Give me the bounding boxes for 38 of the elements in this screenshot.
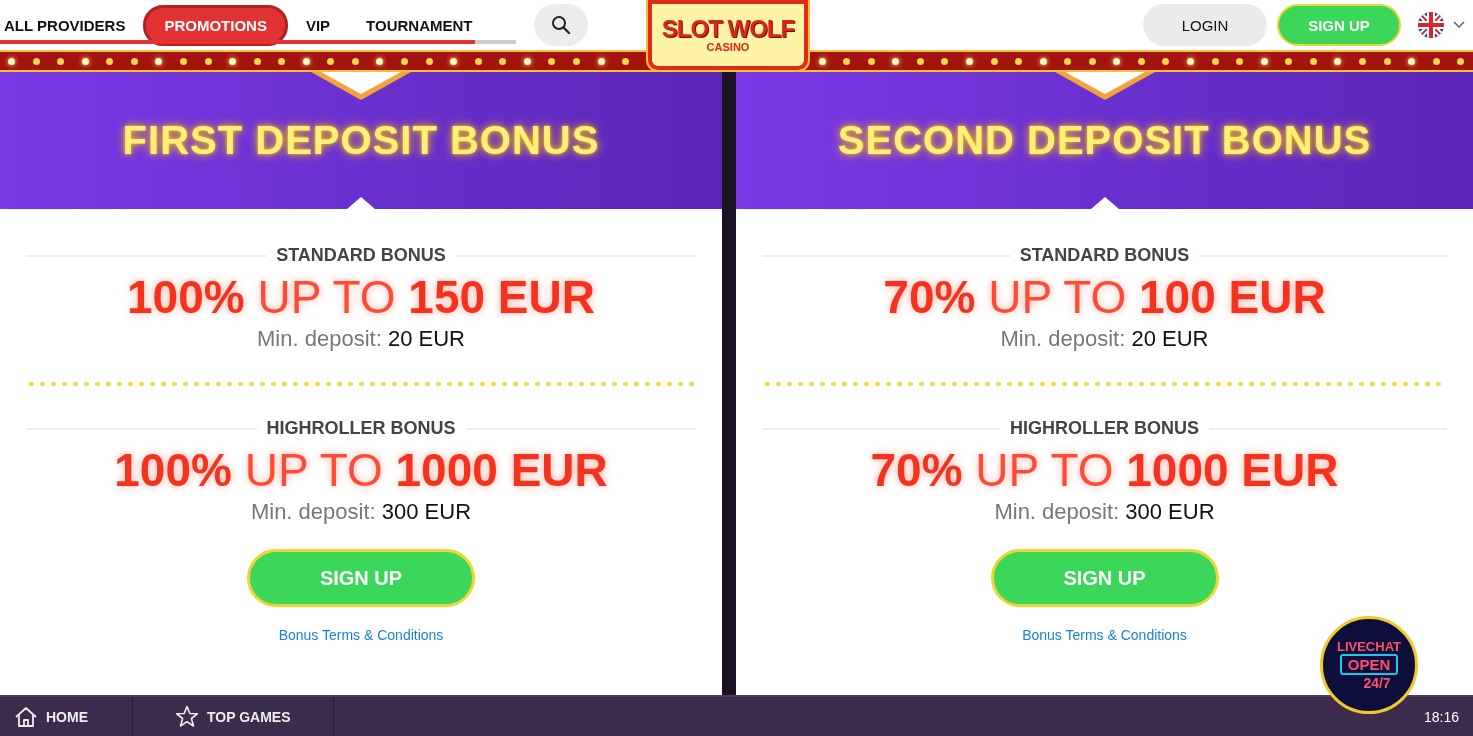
flag-icon[interactable] [1417,11,1445,39]
bonus-offer: 100% UP TO 150 EUR [127,270,595,324]
min-deposit: Min. deposit: 20 EUR [1000,326,1209,352]
nav-tab[interactable]: PROMOTIONS [143,4,288,46]
login-button[interactable]: LOGIN [1143,4,1267,46]
nav-tab[interactable]: ALL PROVIDERS [0,7,144,43]
logo-subtitle: CASINO [706,41,750,53]
chevron-down-icon[interactable] [1453,21,1465,29]
home-icon [14,705,38,728]
terms-link[interactable]: Bonus Terms & Conditions [278,627,444,643]
terms-link[interactable]: Bonus Terms & Conditions [1022,627,1187,643]
bonus-label: HIGHROLLER BONUS [1010,418,1199,439]
bonus-label: HIGHROLLER BONUS [266,418,456,439]
open-text: OPEN [1339,654,1399,675]
min-deposit: Min. deposit: 300 EUR [994,499,1215,525]
bonus-label: STANDARD BONUS [1019,245,1190,266]
nav-tab[interactable]: VIP [287,7,349,43]
bonus-offer: 70% UP TO 1000 EUR [870,443,1339,497]
star-icon [175,705,199,728]
bonus-offer: 70% UP TO 100 EUR [883,270,1326,324]
min-deposit: Min. deposit: 300 EUR [250,499,472,525]
bonus-label: STANDARD BONUS [276,245,446,266]
search-icon [551,15,571,35]
bonus-offer: 100% UP TO 1000 EUR [114,443,608,497]
pointer-notch [347,197,375,209]
bottom-nav-item[interactable]: HOME [0,697,133,736]
hours-text: 24/7 [1363,675,1391,691]
nav-tab[interactable]: TOURNAMENT [348,7,491,43]
bottom-nav-item[interactable]: TOP GAMES [133,697,334,736]
logo-title: SLOT WOLF [661,17,795,41]
search-button[interactable] [534,4,588,46]
min-deposit: Min. deposit: 20 EUR [257,326,465,352]
livechat-text: LIVECHAT [1336,639,1401,654]
bonus-title: FIRST DEPOSIT BONUS [122,118,600,163]
clock-time: 18:16 [1423,708,1459,725]
bonus-title: SECOND DEPOSIT BONUS [837,118,1372,163]
casino-logo[interactable]: SLOT WOLF CASINO [648,0,808,70]
pointer-notch [1090,197,1119,209]
